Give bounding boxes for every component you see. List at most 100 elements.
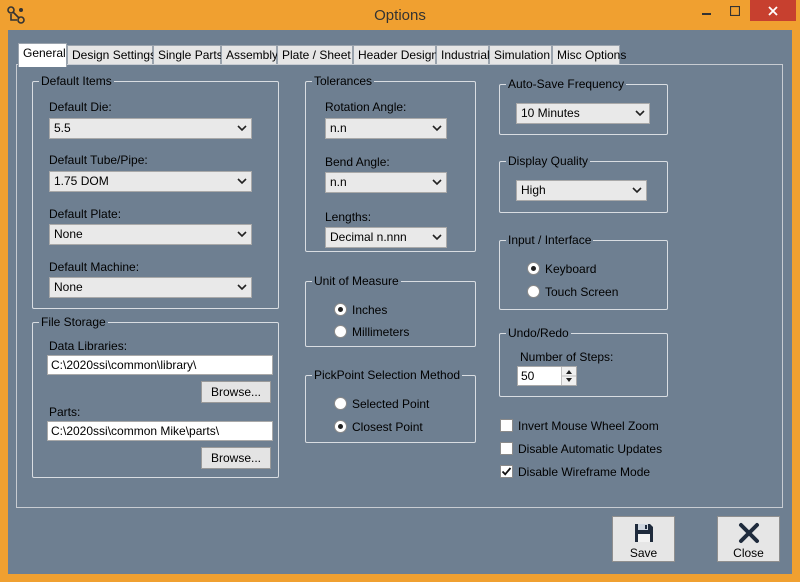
tolerances-group: Tolerances Rotation Angle: n.n Bend Angl… bbox=[305, 74, 476, 252]
chevron-down-icon bbox=[237, 178, 247, 185]
title-bar[interactable]: Options bbox=[0, 0, 800, 30]
tab-design-settings[interactable]: Design Settings bbox=[67, 45, 156, 65]
radio-millimeters-label: Millimeters bbox=[352, 325, 410, 339]
pickpoint-group: PickPoint Selection Method Selected Poin… bbox=[305, 368, 476, 443]
radio-button[interactable] bbox=[334, 303, 347, 316]
pickpoint-title: PickPoint Selection Method bbox=[312, 368, 463, 382]
chevron-down-icon bbox=[432, 125, 442, 132]
x-close-icon bbox=[738, 523, 759, 543]
parts-label: Parts: bbox=[49, 405, 81, 419]
radio-button[interactable] bbox=[527, 262, 540, 275]
display-quality-title: Display Quality bbox=[506, 154, 591, 168]
default-machine-value: None bbox=[54, 280, 83, 294]
tab-misc-options[interactable]: Misc Options bbox=[552, 45, 626, 65]
parts-input[interactable]: C:\2020ssi\common Mike\parts\ bbox=[47, 421, 273, 441]
radio-button[interactable] bbox=[334, 420, 347, 433]
auto-save-value: 10 Minutes bbox=[521, 106, 580, 120]
tolerances-title: Tolerances bbox=[312, 74, 375, 88]
tab-plate-sheet[interactable]: Plate / Sheet bbox=[277, 45, 353, 65]
tab-assembly[interactable]: Assembly bbox=[221, 45, 278, 65]
undo-redo-group: Undo/Redo Number of Steps: 50 bbox=[499, 326, 668, 397]
chevron-down-icon bbox=[432, 234, 442, 241]
checkbox-invert-mouse-wheel-label: Invert Mouse Wheel Zoom bbox=[518, 419, 659, 433]
steps-label: Number of Steps: bbox=[520, 350, 614, 364]
options-window: Options General Design Settings Single P… bbox=[0, 0, 800, 582]
radio-closest-point-label: Closest Point bbox=[352, 420, 423, 434]
radio-inches-label: Inches bbox=[352, 303, 388, 317]
window-close-button[interactable] bbox=[750, 0, 796, 21]
steps-value: 50 bbox=[521, 369, 535, 383]
checkbox-disable-updates-label: Disable Automatic Updates bbox=[518, 442, 663, 456]
default-tube-select[interactable]: 1.75 DOM bbox=[49, 171, 252, 192]
tab-simulation[interactable]: Simulation bbox=[489, 45, 552, 65]
checkbox[interactable] bbox=[500, 419, 513, 432]
default-tube-value: 1.75 DOM bbox=[54, 174, 109, 188]
file-storage-title: File Storage bbox=[39, 315, 108, 329]
close-button[interactable]: Close bbox=[717, 516, 780, 562]
lengths-label: Lengths: bbox=[325, 210, 372, 224]
checkbox[interactable] bbox=[500, 442, 513, 455]
browse-libraries-button[interactable]: Browse... bbox=[201, 381, 271, 403]
default-plate-select[interactable]: None bbox=[49, 224, 252, 245]
chevron-up-icon bbox=[566, 370, 572, 374]
radio-button[interactable] bbox=[527, 285, 540, 298]
general-tab-panel: Default Items Default Die: 5.5 Default T… bbox=[16, 64, 783, 508]
chevron-down-icon bbox=[566, 378, 572, 382]
auto-save-group: Auto-Save Frequency 10 Minutes bbox=[499, 77, 668, 135]
radio-selected-point-label: Selected Point bbox=[352, 397, 430, 411]
close-icon bbox=[768, 5, 778, 16]
checkbox[interactable] bbox=[500, 465, 513, 478]
file-storage-group: File Storage Data Libraries: C:\2020ssi\… bbox=[32, 315, 279, 478]
default-die-select[interactable]: 5.5 bbox=[49, 118, 252, 139]
rotation-angle-select[interactable]: n.n bbox=[325, 118, 447, 139]
radio-button[interactable] bbox=[334, 325, 347, 338]
bend-angle-select[interactable]: n.n bbox=[325, 172, 447, 193]
auto-save-title: Auto-Save Frequency bbox=[506, 77, 627, 91]
maximize-button[interactable] bbox=[721, 0, 749, 21]
default-plate-label: Default Plate: bbox=[49, 207, 122, 221]
radio-touch-screen-label: Touch Screen bbox=[545, 285, 619, 299]
default-items-group: Default Items Default Die: 5.5 Default T… bbox=[32, 74, 279, 309]
data-libraries-label: Data Libraries: bbox=[49, 339, 128, 353]
checkbox-disable-wireframe-label: Disable Wireframe Mode bbox=[518, 465, 651, 479]
chevron-down-icon bbox=[237, 125, 247, 132]
input-interface-group: Input / Interface Keyboard Touch Screen bbox=[499, 233, 668, 310]
display-quality-group: Display Quality High bbox=[499, 154, 668, 213]
rotation-angle-label: Rotation Angle: bbox=[325, 100, 407, 114]
radio-button[interactable] bbox=[334, 397, 347, 410]
save-button[interactable]: Save bbox=[612, 516, 675, 562]
default-tube-label: Default Tube/Pipe: bbox=[49, 153, 148, 167]
tab-industrial[interactable]: Industrial bbox=[436, 45, 490, 65]
tab-header-design[interactable]: Header Design bbox=[353, 45, 438, 65]
chevron-down-icon bbox=[632, 187, 642, 194]
save-label: Save bbox=[629, 546, 658, 560]
default-items-title: Default Items bbox=[39, 74, 114, 88]
stepper-arrows[interactable] bbox=[561, 367, 576, 385]
steps-stepper[interactable]: 50 bbox=[517, 366, 577, 386]
lengths-select[interactable]: Decimal n.nnn bbox=[325, 227, 447, 248]
default-machine-select[interactable]: None bbox=[49, 277, 252, 298]
minimize-button[interactable] bbox=[693, 0, 721, 21]
chevron-down-icon bbox=[635, 110, 645, 117]
auto-save-select[interactable]: 10 Minutes bbox=[516, 103, 650, 124]
lengths-value: Decimal n.nnn bbox=[330, 230, 407, 244]
close-label: Close bbox=[733, 546, 764, 560]
default-die-value: 5.5 bbox=[54, 121, 71, 135]
browse-parts-button[interactable]: Browse... bbox=[201, 447, 271, 469]
data-libraries-input[interactable]: C:\2020ssi\common\library\ bbox=[47, 355, 273, 375]
floppy-disk-icon bbox=[634, 524, 653, 542]
input-interface-title: Input / Interface bbox=[506, 233, 594, 247]
bend-angle-value: n.n bbox=[330, 175, 347, 189]
maximize-icon bbox=[730, 5, 740, 16]
chevron-down-icon bbox=[237, 231, 247, 238]
display-quality-value: High bbox=[521, 183, 546, 197]
rotation-angle-value: n.n bbox=[330, 121, 347, 135]
minimize-icon bbox=[702, 12, 711, 15]
display-quality-select[interactable]: High bbox=[516, 180, 647, 201]
bend-angle-label: Bend Angle: bbox=[325, 155, 390, 169]
tab-general[interactable]: General bbox=[18, 43, 67, 67]
tab-single-parts[interactable]: Single Parts bbox=[153, 45, 223, 65]
window-title: Options bbox=[374, 7, 426, 24]
client-area: General Design Settings Single Parts Ass… bbox=[8, 30, 792, 574]
default-die-label: Default Die: bbox=[49, 100, 112, 114]
